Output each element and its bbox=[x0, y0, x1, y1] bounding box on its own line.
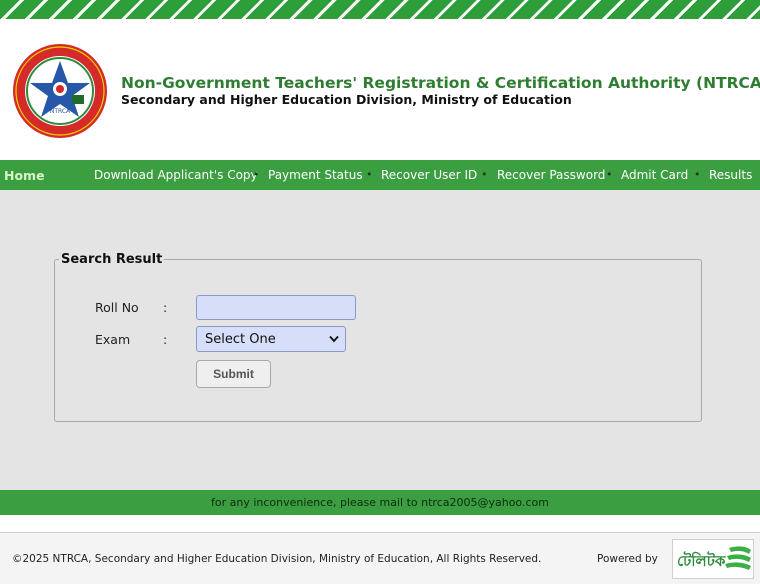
nav-separator: • bbox=[694, 168, 701, 181]
exam-colon: : bbox=[163, 332, 168, 347]
nav-separator: • bbox=[606, 168, 613, 181]
exam-select[interactable]: Select One bbox=[196, 326, 346, 352]
nav-recover-password[interactable]: Recover Password bbox=[497, 168, 605, 182]
powered-by-text: Powered by bbox=[597, 553, 658, 565]
nav-admit-card[interactable]: Admit Card bbox=[621, 168, 688, 182]
nav-download-applicants-copy[interactable]: Download Applicant's Copy bbox=[94, 168, 258, 182]
teletalk-logo-graphic: টেলিটক bbox=[677, 546, 751, 570]
roll-no-input[interactable] bbox=[196, 295, 356, 320]
search-result-fieldset: Search Result Roll No : Exam : Select On… bbox=[54, 252, 702, 422]
site-footer: ©2025 NTRCA, Secondary and Higher Educat… bbox=[0, 532, 760, 584]
site-header: NTRCA Non-Government Teachers' Registrat… bbox=[0, 19, 760, 160]
contact-notice-bar: for any inconvenience, please mail to nt… bbox=[0, 490, 760, 515]
ntrca-logo: NTRCA bbox=[13, 44, 107, 138]
submit-button[interactable]: Submit bbox=[196, 360, 271, 388]
nav-results[interactable]: Results bbox=[709, 168, 752, 182]
teletalk-logo-text: টেলিটক bbox=[677, 551, 726, 570]
roll-no-label: Roll No bbox=[95, 300, 139, 315]
search-result-legend: Search Result bbox=[61, 252, 163, 267]
contact-notice-text: for any inconvenience, please mail to nt… bbox=[211, 496, 549, 509]
exam-select-value: Select One bbox=[205, 331, 276, 347]
logo-text: NTRCA bbox=[50, 108, 71, 115]
nav-separator: • bbox=[481, 168, 488, 181]
teletalk-logo[interactable]: টেলিটক bbox=[672, 539, 754, 579]
nav-home[interactable]: Home bbox=[4, 168, 45, 183]
nav-separator: • bbox=[253, 168, 260, 181]
nav-recover-user-id[interactable]: Recover User ID bbox=[381, 168, 477, 182]
roll-no-colon: : bbox=[163, 300, 168, 315]
copyright-text: ©2025 NTRCA, Secondary and Higher Educat… bbox=[12, 553, 542, 565]
org-subtitle: Secondary and Higher Education Division,… bbox=[121, 92, 572, 107]
main-nav: Home Download Applicant's Copy • Payment… bbox=[0, 160, 760, 190]
org-title: Non-Government Teachers' Registration & … bbox=[121, 74, 760, 92]
nav-separator: • bbox=[366, 168, 373, 181]
top-decorative-stripe bbox=[0, 0, 760, 19]
nav-payment-status[interactable]: Payment Status bbox=[268, 168, 363, 182]
chevron-down-icon bbox=[329, 335, 339, 343]
exam-label: Exam bbox=[95, 332, 131, 347]
main-content: Search Result Roll No : Exam : Select On… bbox=[0, 190, 760, 490]
